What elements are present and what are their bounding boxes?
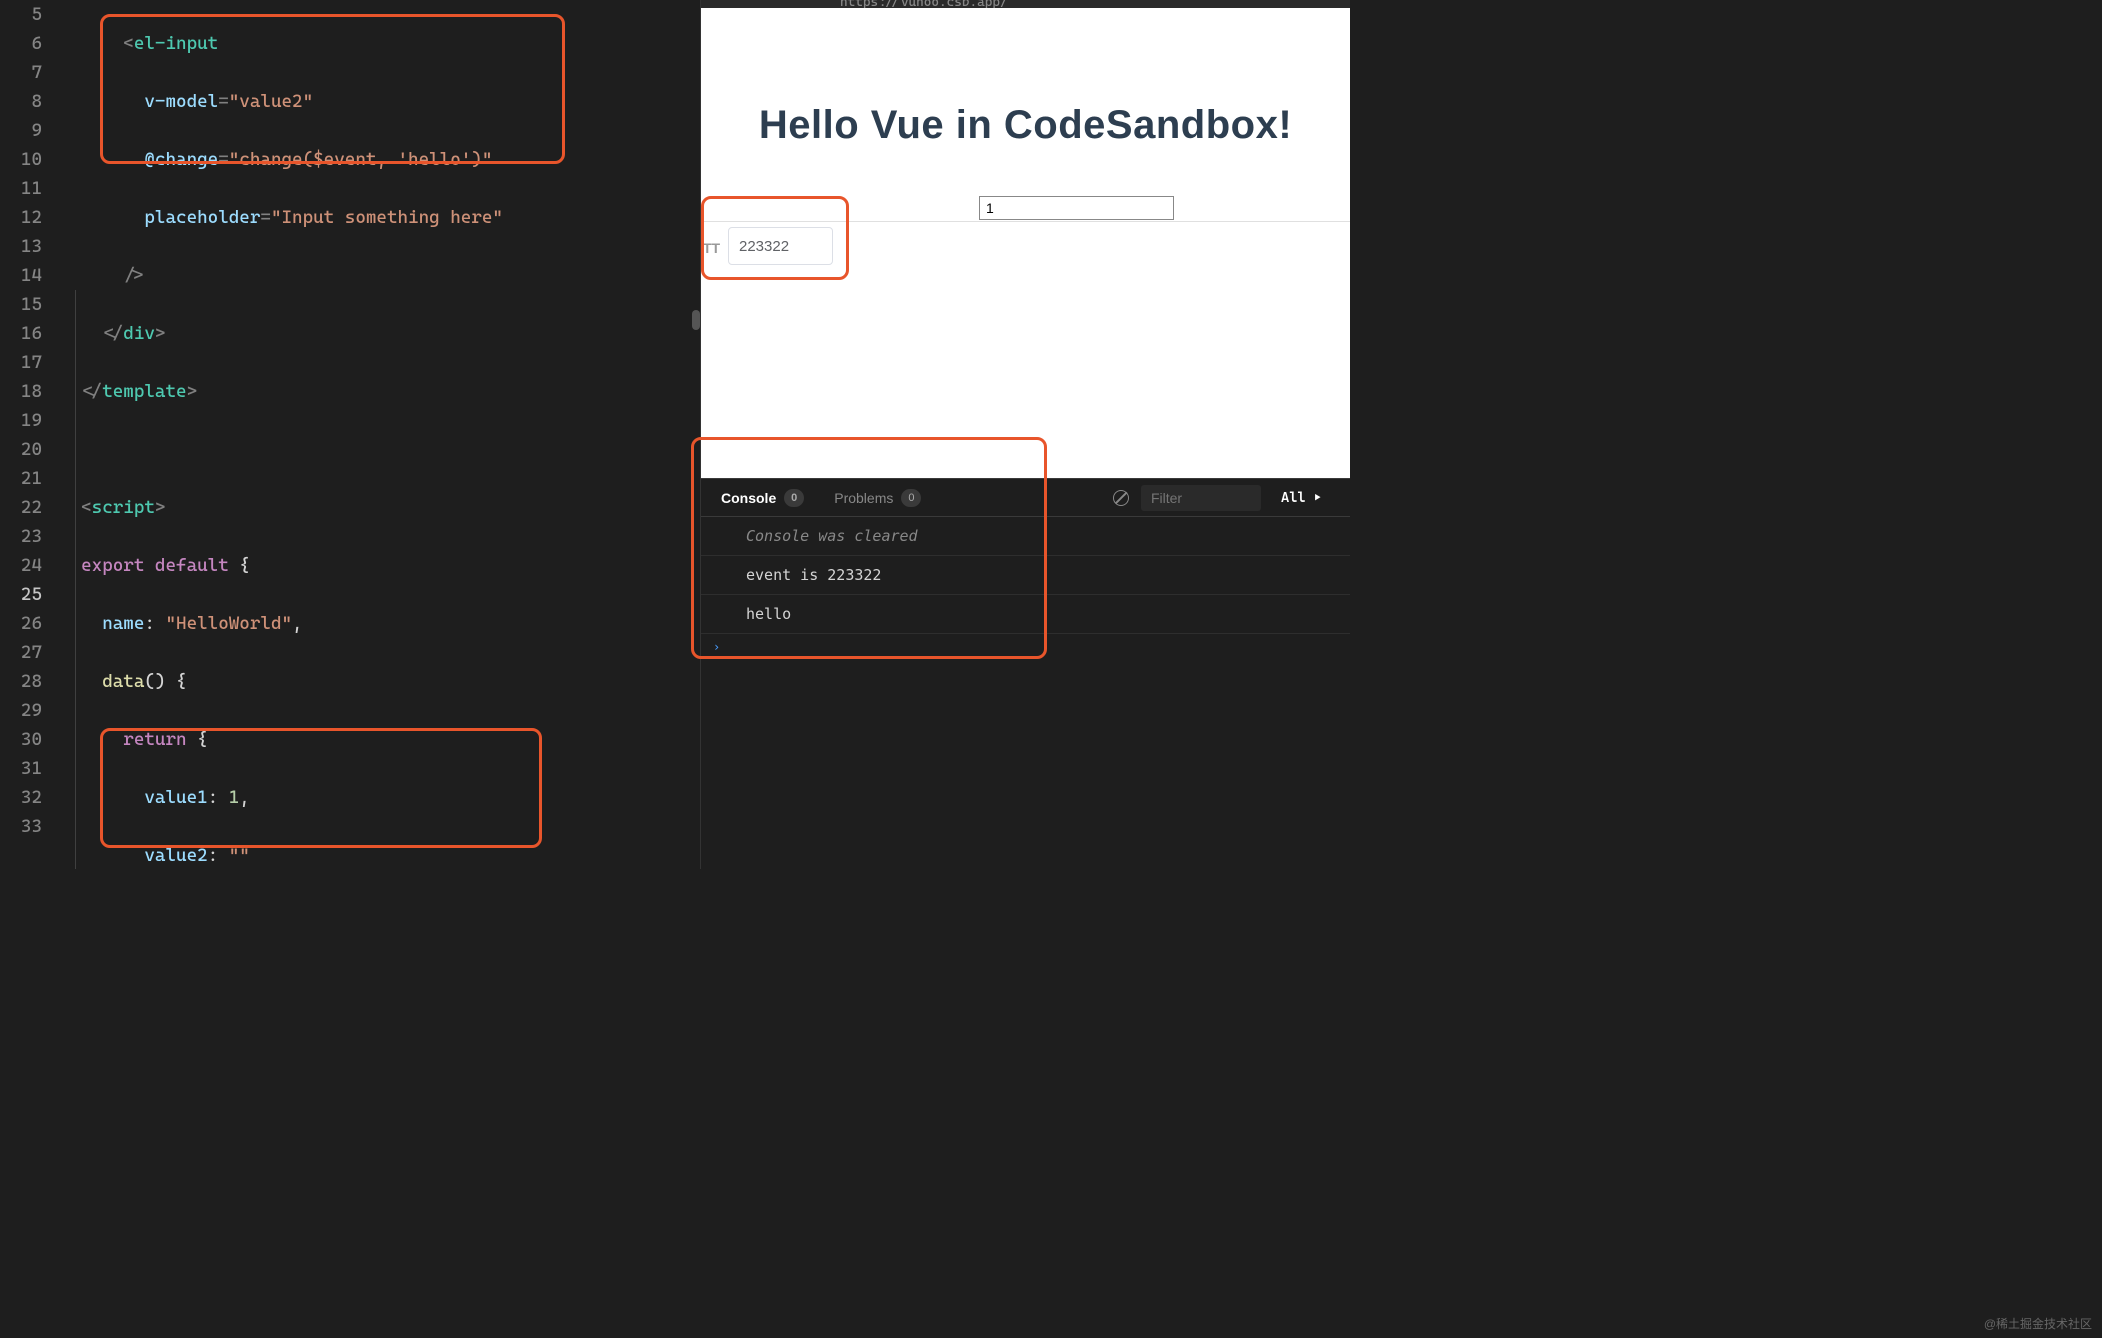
line-number: 13 xyxy=(0,232,42,261)
line-number: 32 xyxy=(0,783,42,812)
tab-label: Console xyxy=(721,490,776,506)
line-number: 18 xyxy=(0,377,42,406)
count-badge: 0 xyxy=(901,489,921,507)
line-number: 28 xyxy=(0,667,42,696)
line-number: 17 xyxy=(0,348,42,377)
tab-problems[interactable]: Problems 0 xyxy=(834,489,921,507)
count-badge: 0 xyxy=(784,489,804,507)
line-number: 30 xyxy=(0,725,42,754)
tab-label: Problems xyxy=(834,490,893,506)
console-prompt-icon[interactable]: › xyxy=(701,634,1350,660)
el-input-value: 223322 xyxy=(739,238,789,255)
filter-input[interactable] xyxy=(1141,485,1261,511)
console-message: hello xyxy=(701,595,1350,634)
line-number: 27 xyxy=(0,638,42,667)
el-input[interactable]: 223322 xyxy=(728,227,833,265)
line-number: 31 xyxy=(0,754,42,783)
line-number: 12 xyxy=(0,203,42,232)
code-editor-panel[interactable]: 5 6 7 8 9 10 11 12 13 14 15 16 17 18 19 … xyxy=(0,0,700,869)
line-number: 11 xyxy=(0,174,42,203)
line-number: 25 xyxy=(0,580,42,609)
scrollbar-thumb[interactable] xyxy=(692,310,700,330)
line-number: 20 xyxy=(0,435,42,464)
line-number: 21 xyxy=(0,464,42,493)
page-title: Hello Vue in CodeSandbox! xyxy=(701,8,1350,148)
line-number: 33 xyxy=(0,812,42,841)
line-number-gutter: 5 6 7 8 9 10 11 12 13 14 15 16 17 18 19 … xyxy=(0,0,60,869)
line-number: 29 xyxy=(0,696,42,725)
line-number: 16 xyxy=(0,319,42,348)
devtools-panel: Console 0 Problems 0 All ▸ Console was c… xyxy=(701,478,1350,869)
preview-viewport[interactable]: Hello Vue in CodeSandbox! TT 223322 xyxy=(701,8,1350,478)
line-number: 24 xyxy=(0,551,42,580)
line-number: 22 xyxy=(0,493,42,522)
line-number: 5 xyxy=(0,0,42,29)
log-level-select[interactable]: All ▸ xyxy=(1273,486,1330,510)
devtools-tabs: Console 0 Problems 0 All ▸ xyxy=(701,479,1350,517)
native-input[interactable] xyxy=(979,196,1174,220)
watermark: @稀土掘金技术社区 xyxy=(1984,1315,2092,1332)
line-number: 7 xyxy=(0,58,42,87)
line-number: 14 xyxy=(0,261,42,290)
line-number: 6 xyxy=(0,29,42,58)
preview-panel: https://vunoo.csb.app/ Hello Vue in Code… xyxy=(700,0,1350,869)
console-message: Console was cleared xyxy=(701,517,1350,556)
line-number: 26 xyxy=(0,609,42,638)
line-number: 19 xyxy=(0,406,42,435)
text-marker: TT xyxy=(703,240,720,256)
line-number: 23 xyxy=(0,522,42,551)
console-message: event is 223322 xyxy=(701,556,1350,595)
line-number: 15 xyxy=(0,290,42,319)
line-number: 10 xyxy=(0,145,42,174)
browser-toolbar xyxy=(701,0,1350,8)
code-content[interactable]: <el-input v-model="value2" @change="chan… xyxy=(60,0,700,869)
clear-console-icon[interactable] xyxy=(1113,490,1129,506)
line-number: 8 xyxy=(0,87,42,116)
line-number: 9 xyxy=(0,116,42,145)
indent-guide xyxy=(75,290,76,869)
divider xyxy=(701,221,1350,222)
tab-console[interactable]: Console 0 xyxy=(721,489,804,507)
console-output[interactable]: Console was cleared event is 223322 hell… xyxy=(701,517,1350,660)
